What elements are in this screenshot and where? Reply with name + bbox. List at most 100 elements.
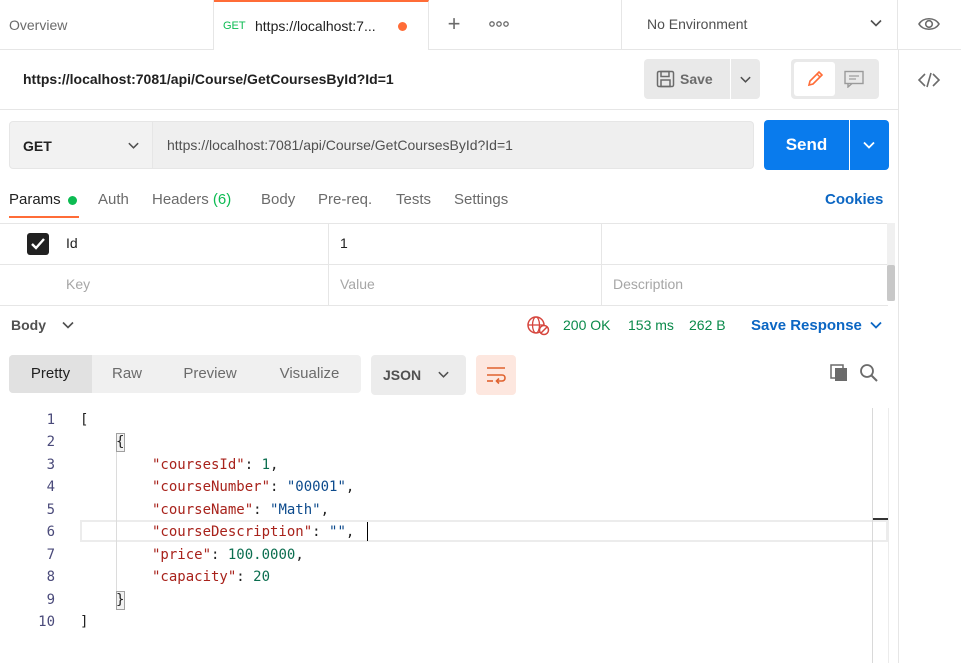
pencil-icon <box>807 70 824 87</box>
param-description-placeholder[interactable]: Description <box>601 265 888 306</box>
environment-selector[interactable]: No Environment <box>621 0 898 50</box>
active-tab-underline <box>9 216 79 218</box>
json-line: "coursesId": 1, <box>152 457 279 473</box>
tab-tests[interactable]: Tests <box>396 191 431 208</box>
format-preview[interactable]: Preview <box>162 355 258 393</box>
line-number: 1 <box>46 412 55 428</box>
header-divider <box>0 109 898 110</box>
response-body-label[interactable]: Body <box>11 317 46 333</box>
headers-count: (6) <box>212 191 232 208</box>
language-select[interactable]: JSON <box>371 355 466 395</box>
json-key: "courseName" <box>152 502 254 518</box>
table-row: Id 1 <box>0 224 888 265</box>
line-number: 2 <box>46 434 55 450</box>
word-wrap-button[interactable] <box>476 355 516 395</box>
save-dropdown-button[interactable] <box>731 59 760 99</box>
json-line: "price": 100.0000, <box>152 547 304 563</box>
line-number: 8 <box>46 569 55 585</box>
tab-headers[interactable]: Headers (6) <box>152 191 231 208</box>
save-label: Save <box>680 71 713 87</box>
tab-request[interactable]: GET https://localhost:7... <box>214 0 429 50</box>
format-raw[interactable]: Raw <box>92 355 162 393</box>
response-body-editor[interactable]: 1 2 3 4 5 6 7 8 9 10 [ { "coursesId": 1,… <box>0 408 872 663</box>
json-key: "coursesId" <box>152 457 245 473</box>
language-label: JSON <box>383 367 422 383</box>
table-row: Key Value Description <box>0 265 888 306</box>
view-mode-toggle <box>791 59 879 99</box>
line-number: 4 <box>46 479 55 495</box>
param-value[interactable]: 1 <box>328 224 602 265</box>
more-tabs-icon[interactable] <box>488 13 510 35</box>
save-response-button[interactable]: Save Response <box>751 317 862 334</box>
tab-prereq[interactable]: Pre-req. <box>318 191 372 208</box>
unsaved-dot-icon <box>398 22 407 31</box>
param-value-placeholder[interactable]: Value <box>328 265 602 306</box>
line-number: 3 <box>46 457 55 473</box>
new-tab-icon[interactable]: + <box>444 13 464 35</box>
line-number: 9 <box>46 592 55 608</box>
scrollbar-cursor-marker <box>873 518 888 520</box>
json-key: "price" <box>152 547 212 563</box>
copy-icon[interactable] <box>829 363 849 383</box>
comment-icon[interactable] <box>843 70 865 88</box>
tab-body[interactable]: Body <box>261 191 295 208</box>
response-size[interactable]: 262 B <box>689 317 726 333</box>
param-enabled-checkbox[interactable] <box>27 233 49 255</box>
scrollbar-thumb[interactable] <box>887 265 895 301</box>
json-key: "courseNumber" <box>152 479 271 495</box>
params-active-dot-icon <box>68 196 77 205</box>
params-scrollbar[interactable] <box>887 223 895 301</box>
chevron-down-icon <box>870 19 882 27</box>
send-dropdown-button[interactable] <box>850 120 889 170</box>
right-sidebar-divider <box>898 50 899 663</box>
environment-label: No Environment <box>647 16 748 32</box>
chevron-down-icon <box>438 371 449 378</box>
chevron-down-icon[interactable] <box>61 318 75 332</box>
request-title[interactable]: https://localhost:7081/api/Course/GetCou… <box>23 71 394 87</box>
edit-mode-button[interactable] <box>794 62 835 96</box>
chevron-down-icon[interactable] <box>869 318 883 332</box>
json-value: 20 <box>253 569 271 585</box>
send-button[interactable]: Send <box>764 120 849 170</box>
chevron-down-icon <box>863 141 875 149</box>
eye-icon[interactable] <box>917 13 941 35</box>
tab-headers-label: Headers <box>152 191 209 208</box>
code-snippet-icon[interactable] <box>917 70 941 90</box>
tab-auth[interactable]: Auth <box>98 191 129 208</box>
cookies-link[interactable]: Cookies <box>825 191 883 208</box>
json-close-bracket: ] <box>80 614 89 630</box>
line-number: 10 <box>38 614 55 630</box>
check-icon <box>31 238 45 250</box>
save-icon <box>656 70 675 88</box>
search-icon[interactable] <box>859 363 879 383</box>
json-key: "courseDescription" <box>152 524 313 540</box>
json-comma: , <box>345 479 355 495</box>
editor-right-edge <box>888 408 889 663</box>
param-key-placeholder[interactable]: Key <box>54 265 329 306</box>
json-comma: , <box>320 502 330 518</box>
params-table: Id 1 Key Value Description <box>0 223 888 306</box>
tab-params[interactable]: Params <box>9 191 61 208</box>
format-pretty[interactable]: Pretty <box>9 355 92 393</box>
param-description[interactable] <box>601 224 888 265</box>
save-button[interactable]: Save <box>644 59 730 99</box>
json-comma: , <box>295 547 304 563</box>
editor-scrollbar[interactable] <box>872 408 873 663</box>
format-visualize[interactable]: Visualize <box>258 355 361 393</box>
chevron-down-icon <box>128 142 139 149</box>
tab-overview[interactable]: Overview <box>0 0 214 50</box>
json-value: 100.0000 <box>227 547 296 563</box>
param-key[interactable]: Id <box>54 224 329 265</box>
url-input[interactable]: https://localhost:7081/api/Course/GetCou… <box>153 121 754 169</box>
tab-settings[interactable]: Settings <box>454 191 508 208</box>
response-format-tabs: Pretty Raw Preview Visualize <box>9 355 361 393</box>
status-code[interactable]: 200 OK <box>563 317 610 333</box>
response-time[interactable]: 153 ms <box>628 317 674 333</box>
json-line: "courseName": "Math", <box>152 502 330 518</box>
method-select[interactable]: GET <box>9 121 153 169</box>
json-key: "capacity" <box>152 569 237 585</box>
method-label: GET <box>23 138 52 154</box>
json-comma: , <box>345 524 355 540</box>
globe-error-icon[interactable] <box>526 314 550 336</box>
line-number: 5 <box>46 502 55 518</box>
